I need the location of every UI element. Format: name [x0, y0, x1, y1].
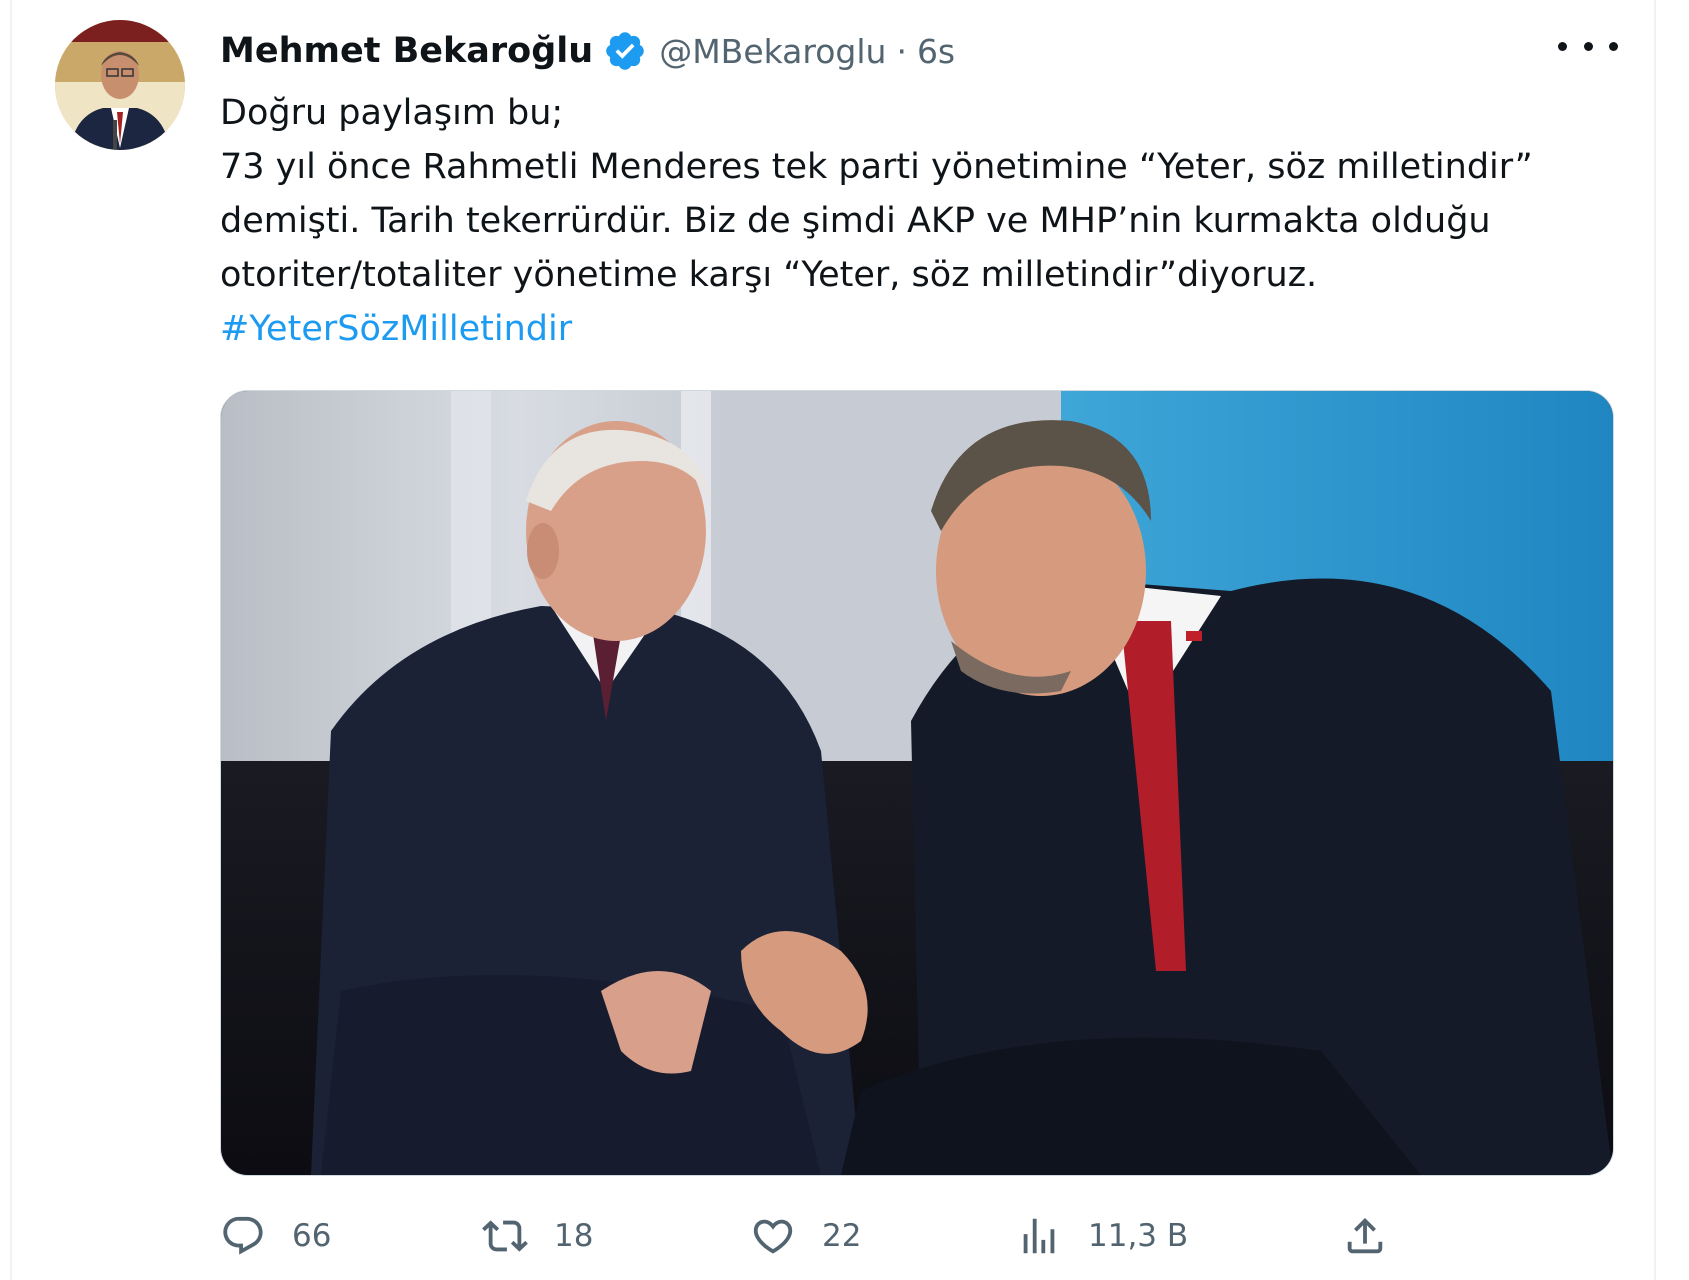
tweet-line: demişti. Tarih tekerrürdür. Biz de şimdi… — [220, 201, 1491, 241]
handle[interactable]: @MBekaroglu — [659, 32, 886, 71]
retweet-icon — [482, 1220, 528, 1252]
separator: · — [896, 31, 907, 71]
reply-icon — [223, 1216, 263, 1255]
tweet-text: Doğru paylaşım bu; 73 yıl önce Rahmetli … — [220, 86, 1610, 356]
more-icon[interactable] — [1558, 28, 1618, 64]
more-dot — [1583, 41, 1593, 51]
tweet[interactable]: Mehmet Bekaroğlu @MBekaroglu · 6s Doğru … — [0, 0, 1689, 1280]
photo-image — [221, 391, 1613, 1175]
reply-count: 66 — [292, 1218, 332, 1254]
retweet-button[interactable]: 18 — [482, 1206, 593, 1266]
tweet-line: otoriter/totaliter yönetime karşı “Yeter… — [220, 255, 1318, 295]
views-icon — [1023, 1218, 1055, 1254]
display-name[interactable]: Mehmet Bekaroğlu — [220, 31, 593, 71]
reply-button[interactable]: 66 — [220, 1206, 331, 1266]
tweet-line: 73 yıl önce Rahmetli Menderes tek parti … — [220, 147, 1533, 187]
tweet-line: Doğru paylaşım bu; — [220, 93, 564, 133]
like-button[interactable]: 22 — [750, 1206, 861, 1266]
more-dot — [1609, 41, 1618, 51]
tweet-header: Mehmet Bekaroğlu @MBekaroglu · 6s — [220, 24, 955, 78]
like-count: 22 — [822, 1218, 862, 1254]
avatar[interactable] — [55, 20, 185, 150]
more-dot — [1558, 41, 1567, 51]
heart-icon — [753, 1219, 793, 1254]
share-button[interactable] — [1342, 1206, 1388, 1266]
views-count: 11,3 B — [1088, 1218, 1189, 1254]
verified-badge-icon — [606, 32, 644, 70]
timestamp[interactable]: 6s — [917, 32, 955, 71]
views-button[interactable]: 11,3 B — [1016, 1206, 1188, 1266]
share-icon — [1347, 1217, 1383, 1254]
avatar-image — [55, 20, 185, 150]
hashtag-link[interactable]: #YeterSözMilletindir — [220, 302, 1610, 356]
action-bar: 66 18 22 11,3 B — [220, 1206, 1620, 1266]
retweet-count: 18 — [554, 1218, 594, 1254]
tweet-photo[interactable] — [220, 390, 1614, 1176]
